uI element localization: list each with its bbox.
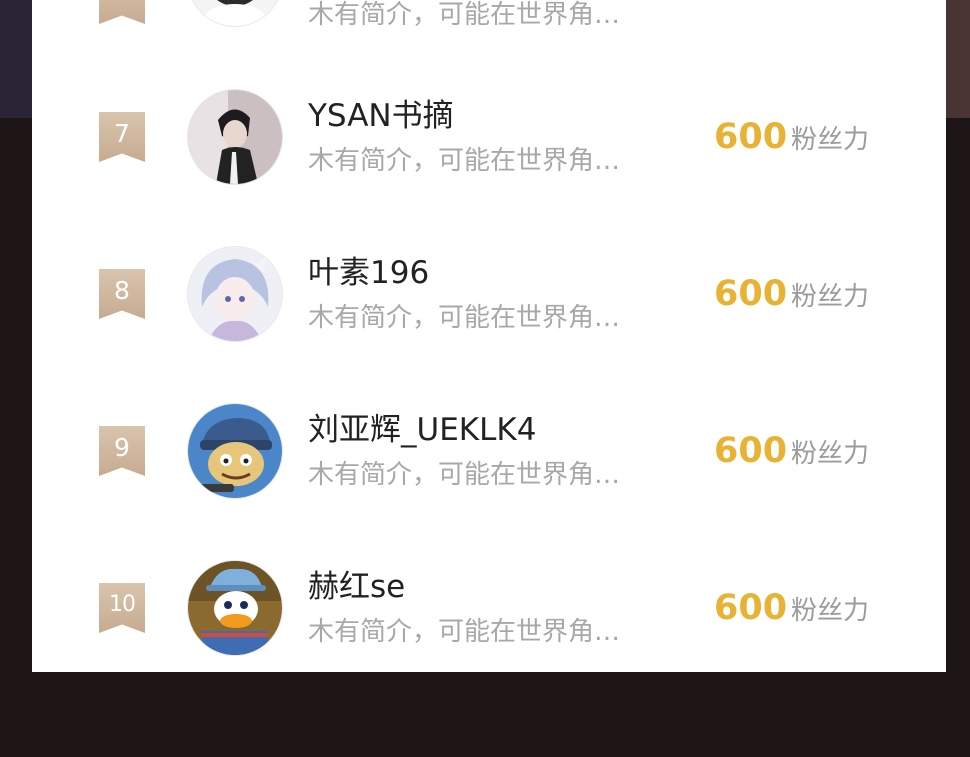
avatar-image (188, 90, 282, 184)
rank-badge: 9 (99, 426, 145, 476)
leaderboard-row[interactable]: 7 YSAN书摘 木有简介，可能在世界角… 600 粉丝力 (32, 82, 946, 192)
leaderboard-panel: 木有简介，可能在世界角… 7 YSAN书摘 木有简介，可能在世界角… 600 粉… (32, 0, 946, 672)
avatar[interactable] (188, 0, 282, 26)
user-name[interactable]: 刘亚辉_UEKLK4 (308, 410, 536, 450)
avatar-image (188, 0, 282, 26)
user-name[interactable]: YSAN书摘 (308, 96, 454, 136)
avatar-image (188, 404, 282, 498)
fan-power-value: 600 (714, 588, 788, 628)
leaderboard-row[interactable]: 10 赫红se 木有简介，可能在世界角… 600 粉丝力 (32, 553, 946, 663)
leaderboard-row-partial[interactable]: 木有简介，可能在世界角… (32, 0, 946, 40)
fan-power-value: 600 (714, 431, 788, 471)
user-bio: 木有简介，可能在世界角… (308, 0, 621, 30)
fan-power-value: 600 (714, 117, 788, 157)
user-bio: 木有简介，可能在世界角… (308, 146, 621, 176)
avatar-image (188, 561, 282, 655)
leaderboard-row[interactable]: 9 刘亚辉_UEKLK4 木有简介，可能在世界角… 600 粉丝力 (32, 396, 946, 506)
avatar[interactable] (188, 561, 282, 655)
user-name[interactable]: 叶素196 (308, 253, 429, 293)
fan-power-value: 600 (714, 274, 788, 314)
fan-power-unit: 粉丝力 (791, 439, 870, 469)
user-name[interactable]: 赫红se (308, 567, 405, 607)
rank-badge: 8 (99, 269, 145, 319)
fan-power-unit: 粉丝力 (791, 596, 870, 626)
user-bio: 木有简介，可能在世界角… (308, 303, 621, 333)
avatar-image (188, 247, 282, 341)
rank-badge: 10 (99, 583, 145, 633)
user-bio: 木有简介，可能在世界角… (308, 617, 621, 647)
avatar[interactable] (188, 404, 282, 498)
rank-badge (99, 0, 145, 24)
user-bio: 木有简介，可能在世界角… (308, 460, 621, 490)
rank-badge: 7 (99, 112, 145, 162)
leaderboard-row[interactable]: 8 叶素196 木有简介，可能在世界角… 600 粉丝力 (32, 239, 946, 349)
fan-power-unit: 粉丝力 (791, 282, 870, 312)
avatar[interactable] (188, 90, 282, 184)
avatar[interactable] (188, 247, 282, 341)
fan-power-unit: 粉丝力 (791, 125, 870, 155)
